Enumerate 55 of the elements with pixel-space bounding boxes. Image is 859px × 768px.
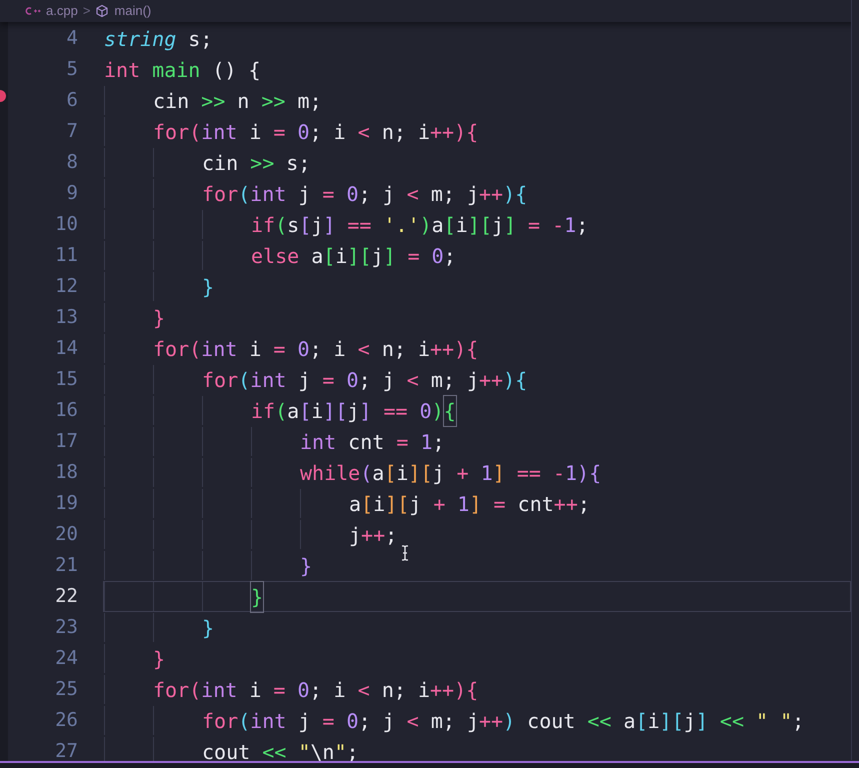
breadcrumb-symbol[interactable]: main() xyxy=(114,1,152,21)
line-number: 16 xyxy=(54,398,78,424)
line-number: 26 xyxy=(54,708,78,734)
cpp-file-icon xyxy=(25,6,41,16)
line-number: 9 xyxy=(66,181,78,206)
line-number: 5 xyxy=(66,57,78,82)
code-line: } xyxy=(153,304,166,332)
code-line: for(int j = 0; j < m; j++){ xyxy=(202,180,528,208)
breadcrumb-separator: > xyxy=(82,2,90,20)
code-line: while(a[i][j + 1] == -1){ xyxy=(300,460,602,486)
code-line: for(int j = 0; j < m; j++) cout << a[i][j] << " "; xyxy=(202,708,804,734)
breadcrumb-file[interactable]: a.cpp xyxy=(46,1,78,21)
line-number: 4 xyxy=(66,26,78,52)
code-line: } xyxy=(300,552,312,580)
code-line: for(int i = 0; i < n; i++){ xyxy=(153,336,478,362)
code-line: if(a[i][j] == 0){ xyxy=(251,396,456,425)
code-line: for(int i = 0; i < n; i++){ xyxy=(153,118,478,146)
line-number: 17 xyxy=(54,429,78,454)
code-line: int main () { xyxy=(104,56,261,84)
line-number: 11 xyxy=(54,243,78,268)
code-line: j++; xyxy=(349,522,398,548)
line-number: 13 xyxy=(54,305,78,330)
code-line: else a[i][j] = 0; xyxy=(251,242,456,270)
line-number: 20 xyxy=(54,522,78,548)
line-number: 19 xyxy=(54,491,78,516)
code-line: a[i][j + 1] = cnt++; xyxy=(349,490,590,518)
code-line: } xyxy=(202,614,214,642)
line-number: 25 xyxy=(54,677,78,702)
line-number: 23 xyxy=(54,615,78,640)
line-number: 22 xyxy=(54,584,78,610)
code-line: } xyxy=(153,646,166,672)
code-line: cin >> s; xyxy=(202,150,310,176)
code-line: int cnt = 1; xyxy=(300,428,445,456)
line-number: 12 xyxy=(54,274,78,300)
code-line: cin >> n >> m; xyxy=(153,88,322,114)
code-line: } xyxy=(251,582,264,611)
code-line: for(int j = 0; j < m; j++){ xyxy=(202,366,528,394)
code-line: for(int i = 0; i < n; i++){ xyxy=(153,676,478,704)
code-line: cout << "\n"; xyxy=(202,738,359,766)
line-number: 14 xyxy=(54,336,78,362)
code-line: } xyxy=(202,274,214,300)
line-number: 15 xyxy=(54,367,78,392)
line-number: 6 xyxy=(66,88,78,114)
line-number: 21 xyxy=(54,553,78,578)
code-line: string s; xyxy=(104,26,212,52)
scrollbar-track[interactable] xyxy=(851,0,859,760)
cube-icon xyxy=(95,4,110,18)
line-number: 8 xyxy=(66,150,78,176)
line-number: 18 xyxy=(54,460,78,486)
line-number: 27 xyxy=(54,739,78,764)
line-number: 7 xyxy=(66,119,78,144)
line-number: 24 xyxy=(54,646,78,672)
text-cursor-icon xyxy=(400,545,410,561)
code-line: if(s[j] == '.')a[i][j] = -1; xyxy=(251,212,588,238)
line-number: 10 xyxy=(54,212,78,238)
